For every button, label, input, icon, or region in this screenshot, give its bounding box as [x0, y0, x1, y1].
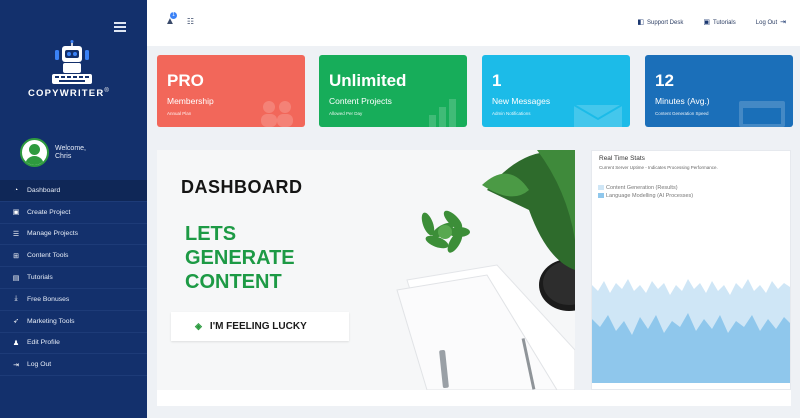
legend-item-content-generation[interactable]: Content Generation (Results): [598, 185, 693, 193]
legend-item-language-modelling[interactable]: Language Modelling (AI Processes): [598, 193, 693, 201]
card-value: PRO: [167, 71, 204, 90]
stats-description: Current Server Uptime - Indicates Proces…: [599, 165, 718, 170]
sidebar-item-tutorials[interactable]: ▤ Tutorials: [0, 267, 147, 289]
legend-label: Language Modelling (AI Processes): [606, 192, 694, 199]
list-icon: ☰: [12, 230, 20, 238]
card-label: Content Projects: [329, 96, 392, 106]
legend-label: Content Generation (Results): [606, 185, 678, 191]
card-sub: Admin Notifications: [492, 111, 531, 116]
support-desk-label: Support Desk: [646, 20, 684, 26]
sidebar-item-edit-profile[interactable]: ♟ Edit Profile: [0, 333, 147, 355]
slogan-line-3: CONTENT: [185, 271, 282, 293]
stat-cards: PRO Membership Annual Plan Unlimited Con…: [157, 55, 793, 127]
logout-link[interactable]: Log Out ⇥: [756, 18, 786, 26]
avatar[interactable]: [20, 138, 49, 167]
tutorials-link[interactable]: ▣ Tutorials: [703, 18, 735, 26]
membership-card[interactable]: PRO Membership Annual Plan: [157, 55, 305, 127]
footer-strip: [157, 390, 791, 406]
robot-icon: ◈: [195, 321, 202, 331]
sidebar-item-label: Create Project: [27, 208, 71, 216]
bar-chart-icon: [429, 99, 456, 127]
logout-label: Log Out: [755, 20, 778, 26]
uptime-area-chart: [592, 279, 790, 383]
legend-swatch: [598, 185, 604, 191]
sidebar-item-label: Edit Profile: [27, 339, 60, 347]
slogan-line-1: LETS: [185, 223, 237, 245]
envelope-icon: [574, 105, 622, 127]
robot-logo-icon: [52, 40, 92, 84]
sidebar-item-label: Dashboard: [27, 186, 61, 194]
sidebar-item-dashboard[interactable]: ◔ Dashboard: [0, 180, 147, 202]
speedometer-icon: ◔: [13, 186, 19, 194]
stats-title: Real Time Stats: [599, 155, 645, 162]
sidebar-item-label: Free Bonuses: [27, 295, 70, 303]
notification-badge: 1: [170, 12, 177, 19]
registered-mark: ®: [104, 88, 111, 94]
grid-icon: ⊞: [13, 252, 19, 260]
logout-icon: ⇥: [13, 361, 19, 369]
sidebar-item-create-project[interactable]: ▣ Create Project: [0, 202, 147, 224]
sidebar-item-marketing-tools[interactable]: ➶ Marketing Tools: [0, 311, 147, 333]
card-sub: Content Generation Speed: [655, 111, 709, 116]
sidebar-item-free-bonuses[interactable]: ⤓ Free Bonuses: [0, 289, 147, 311]
banner-slogan: LETS GENERATE CONTENT: [185, 222, 295, 294]
generation-speed-card[interactable]: 12 Minutes (Avg.) Content Generation Spe…: [645, 55, 793, 127]
rocket-icon: ➶: [13, 318, 19, 326]
user-icon: ♟: [12, 339, 20, 347]
apps-grid-icon[interactable]: ☷: [187, 17, 194, 26]
stats-legend: Content Generation (Results) Language Mo…: [598, 185, 693, 200]
banner-title: DASHBOARD: [181, 177, 303, 197]
sidebar-item-label: Manage Projects: [27, 230, 79, 238]
feeling-lucky-button[interactable]: ◈ I'M FEELING LUCKY: [171, 312, 349, 341]
sidebar-item-log-out[interactable]: ⇥ Log Out: [0, 354, 147, 377]
card-value: 1: [492, 71, 502, 90]
edit-icon: ▣: [12, 209, 20, 217]
card-label: New Messages: [492, 96, 551, 106]
tutorials-label: Tutorials: [712, 20, 736, 26]
feeling-lucky-label: I'M FEELING LUCKY: [209, 321, 307, 332]
content-projects-card[interactable]: Unlimited Content Projects Allowed Per D…: [319, 55, 467, 127]
brand-text: COPYWRITER: [28, 88, 105, 100]
card-value: Unlimited: [329, 71, 407, 90]
top-bar: ▲ 1 ☷ ◧ Support Desk ▣ Tutorials Log Out ⇥: [147, 0, 800, 46]
support-icon: ◧: [637, 19, 644, 26]
user-profile: Welcome, Chris: [20, 138, 86, 167]
sidebar-item-label: Tutorials: [27, 274, 53, 282]
window-icon: [739, 101, 785, 127]
real-time-stats-panel: Real Time Stats Current Server Uptime - …: [591, 150, 791, 390]
sidebar-item-manage-projects[interactable]: ☰ Manage Projects: [0, 224, 147, 246]
sidebar-item-label: Log Out: [27, 361, 52, 369]
card-sub: Annual Plan: [167, 111, 192, 116]
card-value: 12: [655, 71, 674, 90]
users-icon: [261, 101, 293, 127]
sidebar: COPYWRITER® Welcome, Chris ◔ Dashboard ▣ C…: [0, 0, 147, 418]
sidebar-menu: ◔ Dashboard ▣ Create Project ☰ Manage Proje…: [0, 180, 147, 377]
card-sub: Allowed Per Day: [329, 111, 363, 116]
dashboard-banner: DASHBOARD LETS GENERATE CONTENT ◈ I'M FEE…: [157, 150, 575, 390]
hamburger-icon[interactable]: [114, 22, 126, 33]
sidebar-item-label: Content Tools: [27, 252, 69, 260]
slogan-line-2: GENERATE: [185, 247, 295, 269]
download-icon: ⤓: [14, 295, 18, 303]
card-label: Membership: [167, 96, 214, 106]
support-desk-link[interactable]: ◧ Support Desk: [637, 18, 683, 26]
video-icon: ▤: [12, 274, 20, 282]
logout-icon: ⇥: [780, 19, 786, 26]
brand-name: COPYWRITER®: [28, 88, 110, 99]
notification-bell-icon[interactable]: ▲ 1: [165, 12, 177, 27]
new-messages-card[interactable]: 1 New Messages Admin Notifications: [482, 55, 630, 127]
video-icon: ▣: [703, 19, 710, 26]
sidebar-item-content-tools[interactable]: ⊞ Content Tools: [0, 245, 147, 268]
sidebar-item-label: Marketing Tools: [27, 317, 75, 325]
user-name: Chris: [55, 152, 72, 160]
card-label: Minutes (Avg.): [655, 96, 710, 106]
legend-swatch: [598, 192, 604, 198]
welcome-text: Welcome,: [55, 144, 86, 152]
